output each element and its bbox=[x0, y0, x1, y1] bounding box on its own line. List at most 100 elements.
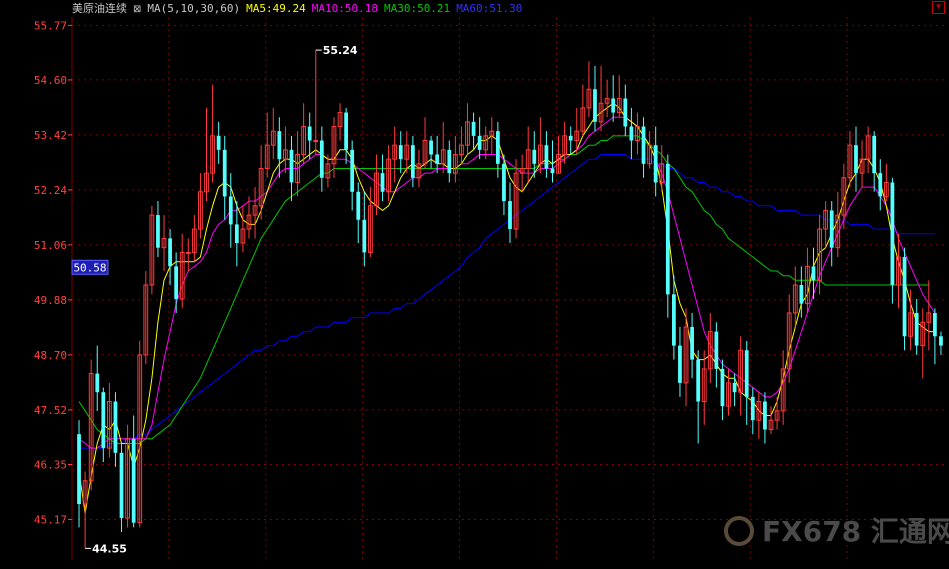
high-label: 55.24 bbox=[323, 44, 358, 57]
watermark-logo: FX678 汇通网 bbox=[724, 510, 949, 550]
candle bbox=[623, 84, 628, 136]
candle-body-down bbox=[763, 401, 767, 430]
candle-body-down bbox=[593, 89, 597, 122]
candle-body-down bbox=[611, 98, 616, 113]
candle bbox=[216, 121, 221, 164]
candlestick-chart[interactable]: 55.77 54.60 53.42 52.24 51.06 49.88 48.70 47.52… bbox=[0, 0, 949, 565]
y-tick-label: 49.88 bbox=[34, 294, 67, 307]
candle bbox=[477, 117, 482, 160]
y-tick-label: 46.35 bbox=[34, 458, 67, 471]
candle-body-down bbox=[750, 396, 755, 421]
symbol-title: 美原油连续 bbox=[72, 2, 127, 15]
candle bbox=[386, 145, 391, 202]
candle bbox=[750, 387, 755, 435]
candle-body-down bbox=[95, 373, 100, 393]
ma-line-ma10 bbox=[78, 116, 936, 449]
watermark-cn: 汇通网 bbox=[870, 515, 949, 548]
candle bbox=[350, 140, 355, 211]
candle bbox=[465, 103, 470, 155]
candle bbox=[77, 420, 81, 528]
candle bbox=[380, 154, 385, 202]
candle bbox=[726, 368, 731, 416]
candle bbox=[865, 126, 871, 174]
candle bbox=[829, 201, 834, 267]
indicator-name: MA(5,10,30,60) bbox=[147, 2, 241, 15]
candle-body-down bbox=[890, 182, 895, 286]
candle bbox=[344, 107, 348, 164]
candle bbox=[939, 331, 943, 355]
candle bbox=[774, 396, 780, 430]
candle-body-down bbox=[933, 312, 937, 337]
candle bbox=[914, 298, 919, 355]
candle bbox=[252, 187, 258, 239]
candle bbox=[447, 140, 452, 183]
candle bbox=[313, 50, 319, 155]
candle bbox=[568, 126, 573, 155]
candle bbox=[283, 126, 288, 174]
chart-area[interactable]: 55.77 54.60 53.42 52.24 51.06 49.88 48.70 47.52… bbox=[0, 0, 949, 565]
ma-line-ma5 bbox=[78, 102, 935, 514]
candle bbox=[508, 182, 512, 244]
candle-body-down bbox=[398, 145, 403, 160]
candle bbox=[786, 294, 792, 383]
candle bbox=[896, 233, 901, 309]
y-tick-label: 48.70 bbox=[34, 349, 67, 362]
candle-body-down bbox=[156, 215, 160, 248]
candle bbox=[835, 191, 841, 258]
ma10-readout: MA10:50.18 bbox=[311, 2, 378, 15]
candle bbox=[398, 131, 403, 174]
candle bbox=[647, 131, 652, 169]
candle bbox=[902, 247, 907, 351]
candle bbox=[556, 135, 561, 174]
candle bbox=[392, 126, 398, 183]
candle bbox=[210, 84, 215, 183]
price-tag-label: 50.58 bbox=[73, 261, 106, 274]
candle-body-down bbox=[744, 350, 749, 397]
candle bbox=[641, 117, 646, 178]
candle-body-up bbox=[185, 251, 191, 254]
candle-body-down bbox=[435, 154, 440, 164]
candle-body-down bbox=[131, 438, 136, 523]
candle bbox=[471, 112, 476, 150]
candle-body-down bbox=[380, 173, 385, 192]
candle bbox=[616, 75, 622, 118]
candle-body-down bbox=[77, 434, 81, 505]
candle-body-down bbox=[678, 345, 682, 383]
candle-body-down bbox=[720, 368, 725, 407]
candle-body-down bbox=[447, 149, 452, 174]
watermark-circle-icon bbox=[724, 516, 754, 546]
candle-body-down bbox=[319, 140, 324, 178]
candle-body-down bbox=[696, 359, 701, 402]
candle bbox=[780, 350, 786, 425]
candle-body-down bbox=[344, 112, 348, 150]
candle-body-down bbox=[174, 266, 179, 299]
candle-body-down bbox=[854, 145, 858, 174]
candle-body-down bbox=[222, 149, 227, 197]
candle-body-down bbox=[939, 336, 943, 346]
candle bbox=[714, 322, 719, 388]
moving-average-lines bbox=[78, 102, 936, 514]
candle bbox=[228, 173, 233, 248]
candle bbox=[191, 215, 197, 262]
candle-body-down bbox=[234, 224, 239, 244]
candle bbox=[307, 112, 312, 160]
candle-body-down bbox=[914, 312, 919, 346]
candle-body-down bbox=[629, 126, 634, 141]
candle bbox=[611, 75, 616, 122]
indicator-icon: ⊠ bbox=[133, 4, 142, 15]
candle-body-down bbox=[672, 294, 676, 346]
candle bbox=[301, 103, 307, 164]
candle-body-down bbox=[878, 173, 883, 197]
y-tick-label: 51.06 bbox=[34, 239, 67, 252]
candle-body-down bbox=[277, 131, 282, 160]
candles bbox=[77, 50, 943, 549]
candle bbox=[513, 159, 519, 239]
candle bbox=[653, 126, 658, 197]
close-icon[interactable]: ▾ bbox=[932, 1, 945, 14]
candle bbox=[878, 159, 883, 211]
candle bbox=[690, 312, 694, 379]
y-tick-label: 54.60 bbox=[34, 74, 67, 87]
candle-body-down bbox=[653, 145, 658, 183]
candle-body-down bbox=[568, 135, 573, 141]
candle-body-down bbox=[307, 126, 312, 141]
